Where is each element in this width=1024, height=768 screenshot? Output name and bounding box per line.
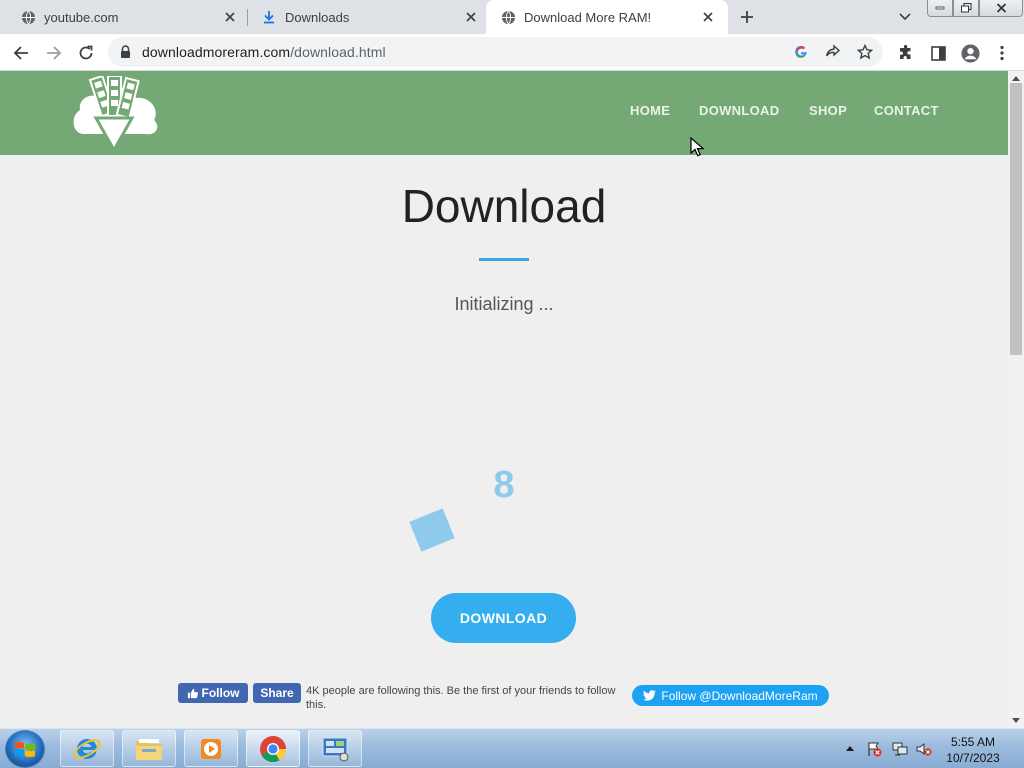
tab-download-more-ram[interactable]: Download More RAM! <box>486 0 728 34</box>
cloud-download-logo-icon <box>73 74 158 154</box>
nav-download[interactable]: DOWNLOAD <box>699 103 779 118</box>
windows-taskbar: 5:55 AM 10/7/2023 <box>0 728 1024 768</box>
close-window-button[interactable] <box>979 0 1023 17</box>
globe-icon <box>500 9 516 25</box>
volume-muted-icon[interactable] <box>916 741 932 757</box>
action-center-flag-icon[interactable] <box>866 741 882 757</box>
tab-search-button[interactable] <box>896 8 914 26</box>
scroll-thumb[interactable] <box>1010 83 1022 355</box>
download-button[interactable]: DOWNLOAD <box>431 593 576 643</box>
url-host: downloadmoreram.com <box>142 44 291 60</box>
reload-icon <box>79 45 93 60</box>
nav-home[interactable]: HOME <box>630 103 670 118</box>
extensions-icon[interactable] <box>896 43 916 63</box>
profile-avatar-icon[interactable] <box>960 43 980 63</box>
share-icon[interactable] <box>824 43 842 61</box>
page-title: Download <box>401 180 607 232</box>
page-scrollbar[interactable] <box>1008 71 1024 728</box>
network-icon[interactable] <box>892 741 908 757</box>
thumbs-up-icon <box>187 688 198 698</box>
title-divider <box>479 258 529 261</box>
folder-icon <box>136 738 162 760</box>
window-controls <box>927 0 1023 18</box>
taskbar-control-panel[interactable] <box>308 730 362 767</box>
countdown-number: 8 <box>493 464 515 506</box>
download-icon <box>261 9 277 25</box>
page-viewport: HOME DOWNLOAD SHOP CONTACT Download Init… <box>0 71 1008 728</box>
arrow-left-icon <box>13 46 28 60</box>
google-lens-icon[interactable] <box>792 43 810 61</box>
clock-date: 10/7/2023 <box>946 751 1000 765</box>
side-panel-icon[interactable] <box>928 43 948 63</box>
arrow-right-icon <box>47 46 62 60</box>
tab-strip: youtube.com Downloads Download More RAM! <box>0 0 1024 34</box>
tab-youtube[interactable]: youtube.com <box>0 0 246 34</box>
taskbar-media-player[interactable] <box>184 730 238 767</box>
close-tab-icon[interactable] <box>463 9 479 25</box>
url-text[interactable]: downloadmoreram.com/download.html <box>142 44 386 60</box>
scroll-up-arrow-icon[interactable] <box>1012 76 1020 81</box>
bookmark-star-icon[interactable] <box>856 43 874 61</box>
back-button[interactable] <box>10 42 32 64</box>
site-header: HOME DOWNLOAD SHOP CONTACT <box>0 71 1008 155</box>
forward-button[interactable] <box>43 42 65 64</box>
nav-contact[interactable]: CONTACT <box>874 103 939 118</box>
close-tab-icon[interactable] <box>700 9 716 25</box>
scroll-down-arrow-icon[interactable] <box>1012 718 1020 723</box>
globe-icon <box>20 9 36 25</box>
site-logo[interactable] <box>70 74 160 154</box>
nav-shop[interactable]: SHOP <box>809 103 847 118</box>
taskbar-internet-explorer[interactable] <box>60 730 114 767</box>
lock-icon[interactable] <box>120 45 131 63</box>
loading-spinner <box>409 508 455 552</box>
minimize-icon <box>935 6 945 10</box>
new-tab-button[interactable] <box>736 7 758 27</box>
facebook-share-button[interactable]: Share <box>253 683 301 703</box>
twitter-follow-label: Follow @DownloadMoreRam <box>661 688 818 703</box>
clock-time: 5:55 AM <box>950 735 996 749</box>
internet-explorer-icon <box>73 738 101 759</box>
taskbar-file-explorer[interactable] <box>122 730 176 767</box>
restore-button[interactable] <box>953 0 979 17</box>
tab-downloads[interactable]: Downloads <box>241 0 487 34</box>
close-tab-icon[interactable] <box>222 9 238 25</box>
tab-label: Downloads <box>285 9 350 25</box>
restore-icon <box>960 3 971 13</box>
taskbar-chrome[interactable] <box>246 730 300 767</box>
tab-label: youtube.com <box>44 9 119 25</box>
tab-label: Download More RAM! <box>524 9 652 25</box>
plus-icon <box>741 11 753 23</box>
media-player-icon <box>201 738 221 759</box>
minimize-button[interactable] <box>927 0 953 17</box>
taskbar-clock[interactable]: 5:55 AM 10/7/2023 <box>940 734 1006 766</box>
status-text: Initializing ... <box>454 294 554 314</box>
reload-button[interactable] <box>75 42 97 64</box>
chevron-down-icon <box>899 13 911 21</box>
start-button[interactable] <box>5 730 45 768</box>
facebook-follow-label: Follow <box>201 686 240 700</box>
url-path: /download.html <box>290 44 386 60</box>
browser-toolbar: downloadmoreram.com/download.html <box>0 34 1024 71</box>
kebab-menu-icon[interactable] <box>992 43 1012 63</box>
twitter-follow-button[interactable]: Follow @DownloadMoreRam <box>632 685 829 706</box>
control-panel-icon <box>322 737 349 761</box>
tray-expand-icon[interactable] <box>846 746 854 751</box>
twitter-bird-icon <box>643 690 657 701</box>
chrome-icon <box>260 735 287 762</box>
mouse-cursor-icon <box>690 136 705 162</box>
facebook-follow-button[interactable]: Follow <box>178 683 248 703</box>
close-icon <box>996 3 1006 13</box>
windows-logo-icon <box>15 741 35 758</box>
address-bar[interactable]: downloadmoreram.com/download.html <box>108 37 883 67</box>
facebook-social-text: 4K people are following this. Be the fir… <box>306 685 616 711</box>
